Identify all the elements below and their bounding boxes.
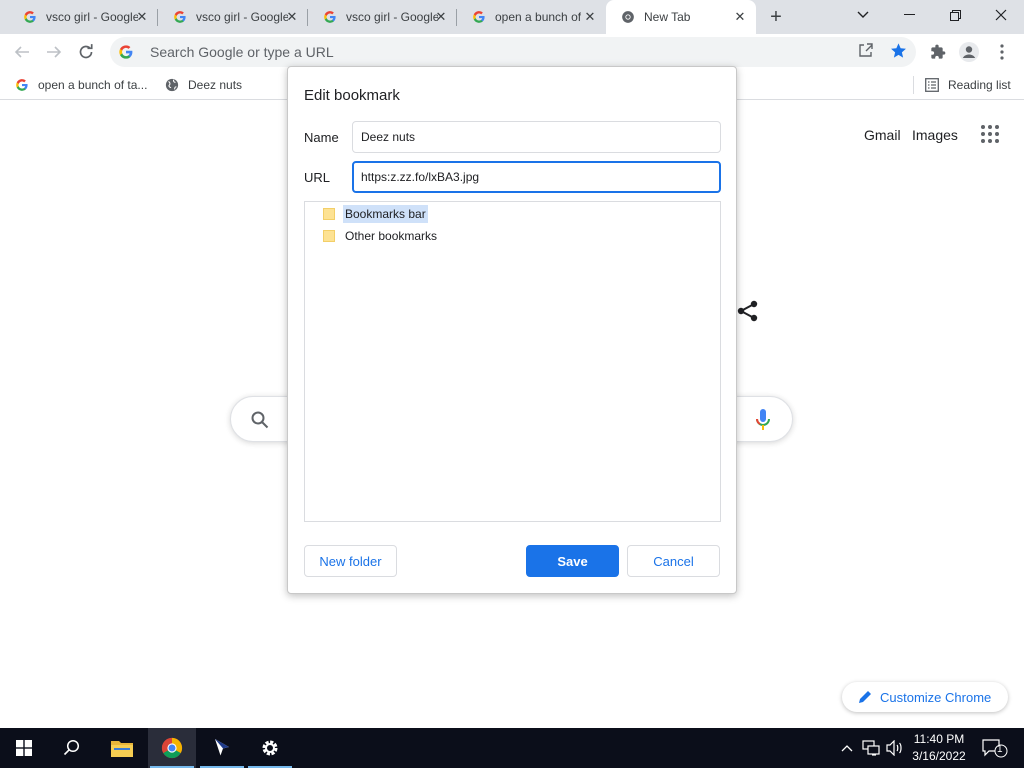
google-g-icon xyxy=(22,9,38,25)
tab-open-a-bunch[interactable]: open a bunch of tabs ✕ xyxy=(457,0,606,34)
volume-icon[interactable] xyxy=(886,739,904,757)
new-folder-button[interactable]: New folder xyxy=(304,545,397,577)
file-explorer-icon[interactable] xyxy=(98,728,146,768)
globe-icon xyxy=(164,77,180,93)
microphone-icon[interactable] xyxy=(756,409,770,431)
close-icon[interactable]: ✕ xyxy=(134,9,150,25)
folder-label: Other bookmarks xyxy=(345,229,438,243)
network-icon[interactable] xyxy=(862,739,880,757)
search-icon xyxy=(251,411,269,429)
notifications-icon[interactable]: 1 xyxy=(982,739,1008,758)
tab-new-tab[interactable]: New Tab ✕ xyxy=(606,0,756,34)
pencil-icon xyxy=(858,690,872,704)
search-icon[interactable] xyxy=(48,728,96,768)
close-window-icon[interactable] xyxy=(978,0,1024,30)
bookmarks-separator xyxy=(913,76,914,94)
new-tab-button[interactable]: + xyxy=(765,6,787,28)
tab-vsco-girl-2[interactable]: vsco girl - Google ✕ xyxy=(158,0,308,34)
url-label: URL xyxy=(304,170,331,185)
url-field[interactable] xyxy=(352,161,721,193)
clock-time: 11:40 PM xyxy=(913,732,965,746)
tab-strip: vsco girl - Google ✕ vsco girl - Google … xyxy=(0,0,1024,34)
google-g-icon xyxy=(118,44,134,60)
share-page-icon[interactable] xyxy=(857,41,875,59)
google-g-icon xyxy=(14,77,30,93)
gmail-link[interactable]: Gmail xyxy=(864,127,901,143)
back-icon[interactable] xyxy=(10,40,34,64)
reading-list-label: Reading list xyxy=(948,78,1011,92)
windows-taskbar: 11:40 PM 3/16/2022 1 xyxy=(0,728,1024,768)
save-button[interactable]: Save xyxy=(526,545,619,577)
restore-icon[interactable] xyxy=(932,0,978,30)
windows-start-icon[interactable] xyxy=(0,728,48,768)
close-icon[interactable]: ✕ xyxy=(284,9,300,25)
tab-vsco-girl-1[interactable]: vsco girl - Google ✕ xyxy=(8,0,158,34)
name-field[interactable] xyxy=(352,121,721,153)
folder-icon xyxy=(323,230,335,242)
taskbar-clock[interactable]: 11:40 PM 3/16/2022 xyxy=(908,731,970,765)
close-icon[interactable]: ✕ xyxy=(582,9,598,25)
extensions-icon[interactable] xyxy=(928,42,948,62)
omnibox[interactable]: Search Google or type a URL xyxy=(110,37,916,67)
tab-title: vsco girl - Google xyxy=(196,10,288,24)
omnibox-placeholder: Search Google or type a URL xyxy=(150,44,334,60)
customize-chrome-label: Customize Chrome xyxy=(880,689,992,705)
bookmark-label: Deez nuts xyxy=(188,78,243,92)
folder-other-bookmarks[interactable]: Other bookmarks xyxy=(323,226,439,246)
chrome-taskbar-icon[interactable] xyxy=(148,728,196,768)
folder-tree[interactable]: Bookmarks bar Other bookmarks xyxy=(304,201,721,522)
minimize-icon[interactable] xyxy=(886,0,932,30)
tab-search-icon[interactable] xyxy=(840,0,886,30)
tab-title: open a bunch of tabs xyxy=(495,10,581,24)
close-icon[interactable]: ✕ xyxy=(732,9,748,25)
tab-title: vsco girl - Google xyxy=(346,10,438,24)
tab-title: vsco girl - Google xyxy=(46,10,138,24)
cursor-app-icon[interactable] xyxy=(198,728,246,768)
notification-count: 1 xyxy=(997,744,1003,755)
folder-icon xyxy=(323,208,335,220)
customize-chrome-button[interactable]: Customize Chrome xyxy=(842,682,1008,712)
chevron-up-icon[interactable] xyxy=(838,739,856,757)
clock-date: 3/16/2022 xyxy=(912,749,966,763)
reading-list-button[interactable]: Reading list xyxy=(924,76,1011,94)
tab-title: New Tab xyxy=(644,10,691,24)
toolbar: Search Google or type a URL xyxy=(0,34,1024,70)
forward-icon[interactable] xyxy=(42,40,66,64)
bookmark-open-a-bunch[interactable]: open a bunch of ta... xyxy=(14,76,147,94)
google-g-icon xyxy=(471,9,487,25)
folder-label: Bookmarks bar xyxy=(343,205,428,223)
bookmark-label: open a bunch of ta... xyxy=(38,78,148,92)
reload-icon[interactable] xyxy=(74,40,98,64)
tab-vsco-girl-3[interactable]: vsco girl - Google ✕ xyxy=(308,0,457,34)
share-icon[interactable] xyxy=(737,300,759,322)
settings-gear-icon[interactable] xyxy=(246,728,294,768)
cancel-button[interactable]: Cancel xyxy=(627,545,720,577)
kebab-menu-icon[interactable] xyxy=(992,42,1012,62)
google-apps-icon[interactable] xyxy=(980,124,1000,144)
chrome-icon xyxy=(620,9,636,25)
reading-list-icon xyxy=(924,77,940,93)
google-g-icon xyxy=(172,9,188,25)
bookmark-star-icon[interactable] xyxy=(889,41,907,59)
name-label: Name xyxy=(304,130,339,145)
close-icon[interactable]: ✕ xyxy=(433,9,449,25)
images-link[interactable]: Images xyxy=(912,127,958,143)
bookmark-deez-nuts[interactable]: Deez nuts xyxy=(164,76,242,94)
google-g-icon xyxy=(322,9,338,25)
dialog-title: Edit bookmark xyxy=(304,87,400,104)
profile-avatar-icon[interactable] xyxy=(959,42,979,62)
edit-bookmark-dialog: Edit bookmark Name URL Bookmarks bar Oth… xyxy=(287,66,737,594)
folder-bookmarks-bar[interactable]: Bookmarks bar xyxy=(323,204,428,224)
